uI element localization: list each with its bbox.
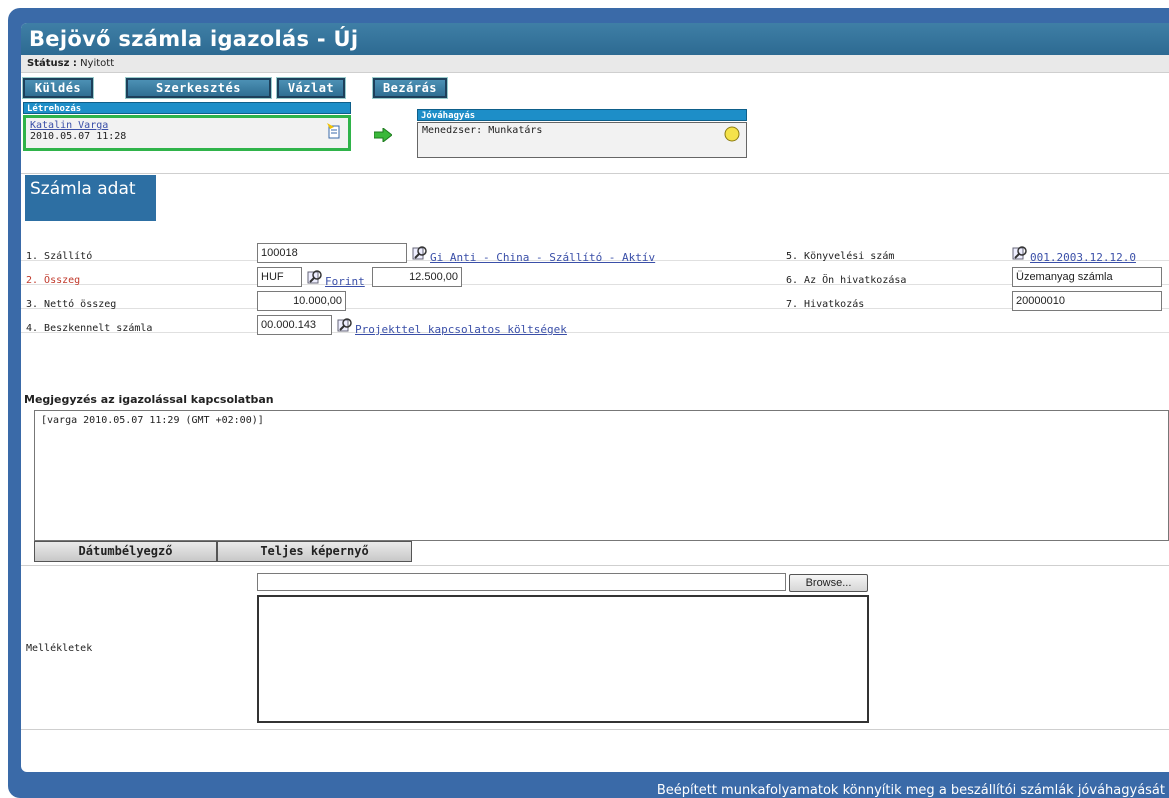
accounting-number-link[interactable]: 001.2003.12.12.0 xyxy=(1030,251,1136,264)
lookup-icon[interactable] xyxy=(1012,245,1028,260)
caption: Beépített munkafolyamatok könnyítik meg … xyxy=(656,783,1165,798)
browse-button[interactable]: Browse... xyxy=(789,574,868,592)
status-label: Státusz : xyxy=(27,58,77,69)
document-edit-icon[interactable] xyxy=(326,123,342,139)
creation-box: Katalin Varga 2010.05.07 11:28 xyxy=(23,115,351,151)
lookup-icon[interactable] xyxy=(307,269,323,284)
accounting-number-label: 5. Könyvelési szám xyxy=(786,251,895,262)
scanned-invoice-label: 4. Beszkennelt számla xyxy=(26,323,153,334)
app-window: Bejövő számla igazolás - Új Státusz : Ny… xyxy=(21,23,1169,772)
file-path-input[interactable] xyxy=(257,573,786,591)
pending-status-icon xyxy=(724,126,740,142)
reference-label: 7. Hivatkozás xyxy=(786,299,865,310)
scanned-invoice-field[interactable]: 00.000.143 xyxy=(257,315,332,335)
net-amount-field[interactable]: 10.000,00 xyxy=(257,291,346,311)
creation-header: Létrehozás xyxy=(23,102,351,114)
toolbar: Küldés Szerkesztés Vázlat Bezárás xyxy=(21,77,1169,100)
scanned-invoice-link[interactable]: Projekttel kapcsolatos költségek xyxy=(355,323,567,336)
lookup-icon[interactable] xyxy=(412,245,428,260)
reference-field[interactable]: 20000010 xyxy=(1012,291,1162,311)
section-title: Számla adat xyxy=(25,175,156,221)
supplier-label: 1. Szállító xyxy=(26,251,93,262)
form-row xyxy=(21,289,1169,309)
status-value: Nyitott xyxy=(80,58,115,69)
edit-button[interactable]: Szerkesztés xyxy=(125,77,272,99)
lookup-icon[interactable] xyxy=(337,317,353,332)
net-amount-label: 3. Nettó összeg xyxy=(26,299,117,310)
draft-button[interactable]: Vázlat xyxy=(276,77,346,99)
approval-text: Menedzser: Munkatárs xyxy=(422,125,543,136)
notes-textarea[interactable]: [varga 2010.05.07 11:29 (GMT +02:00)] xyxy=(34,410,1169,541)
form-row xyxy=(21,313,1169,333)
supplier-field[interactable]: 100018 xyxy=(257,243,407,263)
notes-label: Megjegyzés az igazolással kapcsolatban xyxy=(24,393,274,406)
currency-field[interactable]: HUF xyxy=(257,267,302,287)
fullscreen-button[interactable]: Teljes képernyő xyxy=(217,541,412,562)
supplier-link[interactable]: Gi Anti - China - Szállító - Aktív xyxy=(430,251,655,264)
amount-label: 2. Összeg xyxy=(26,275,81,286)
divider xyxy=(21,173,1169,174)
close-button[interactable]: Bezárás xyxy=(372,77,448,99)
creation-datetime: 2010.05.07 11:28 xyxy=(30,131,127,142)
page-title: Bejövő számla igazolás - Új xyxy=(21,23,1169,55)
arrow-right-icon xyxy=(374,128,392,142)
form-row xyxy=(21,265,1169,285)
your-reference-field[interactable]: Üzemanyag számla xyxy=(1012,267,1162,287)
send-button[interactable]: Küldés xyxy=(22,77,94,99)
your-reference-label: 6. Az Ön hivatkozása xyxy=(786,275,907,286)
timestamp-button[interactable]: Dátumbélyegző xyxy=(34,541,217,562)
currency-link[interactable]: Forint xyxy=(325,275,365,288)
amount-field[interactable]: 12.500,00 xyxy=(372,267,462,287)
attachments-label: Mellékletek xyxy=(26,643,93,654)
attachments-list[interactable] xyxy=(257,595,869,723)
creator-link[interactable]: Katalin Varga xyxy=(30,120,344,131)
approval-header: Jóváhagyás xyxy=(417,109,747,121)
status-row: Státusz : Nyitott xyxy=(21,55,1169,73)
approval-box: Menedzser: Munkatárs xyxy=(417,122,747,158)
